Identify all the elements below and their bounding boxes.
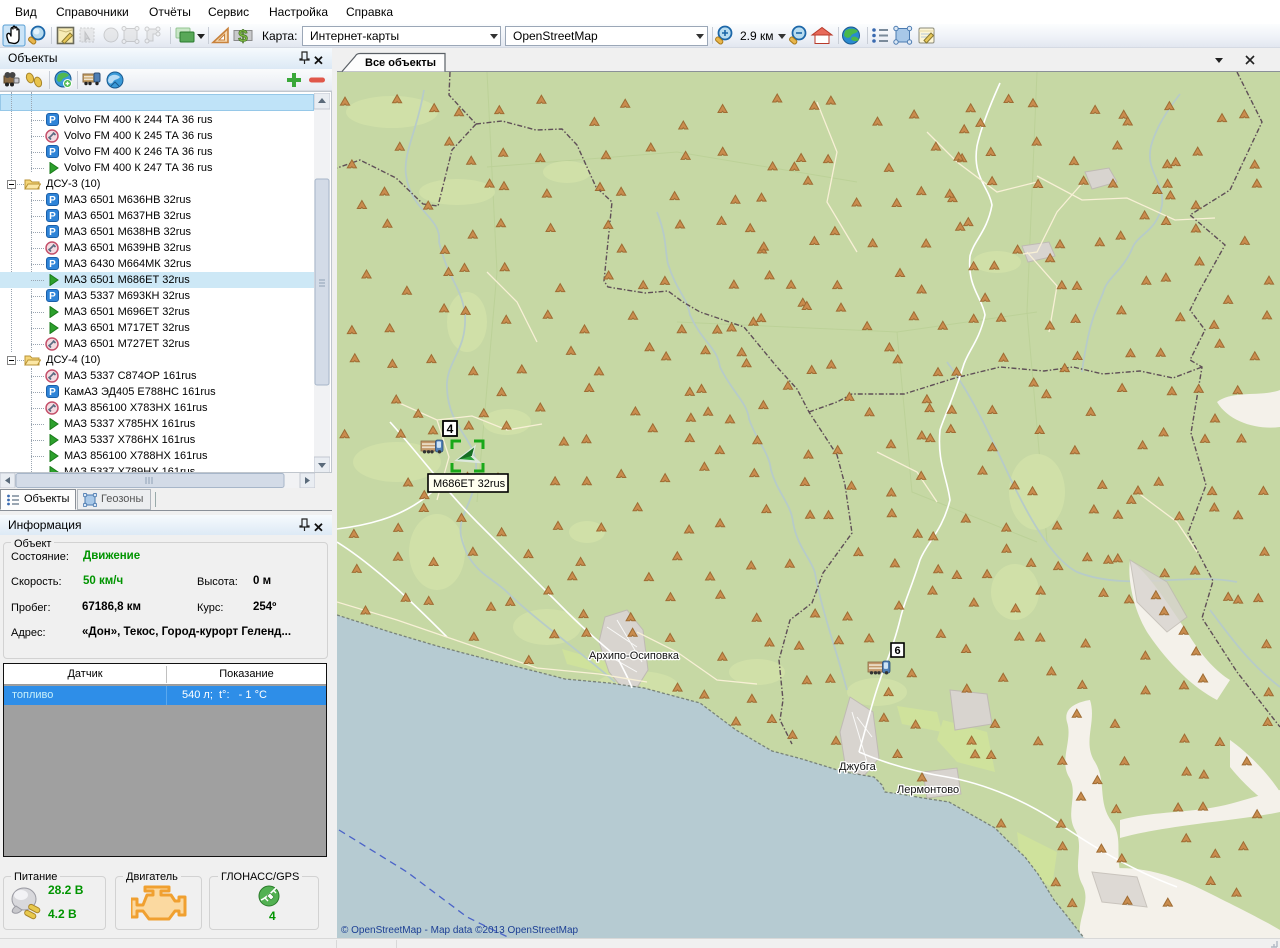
svg-text:P: P bbox=[49, 259, 56, 270]
svg-text:М686ЕТ 32rus: М686ЕТ 32rus bbox=[433, 478, 506, 490]
svg-text:Джубга: Джубга bbox=[839, 761, 877, 773]
svg-text:P: P bbox=[49, 387, 56, 398]
svg-text:P: P bbox=[49, 211, 56, 222]
svg-text:P: P bbox=[49, 291, 56, 302]
svg-text:OpenStreetMap: OpenStreetMap bbox=[513, 29, 598, 43]
svg-text:P: P bbox=[49, 195, 56, 206]
svg-text:Лермонтово: Лермонтово bbox=[897, 784, 959, 796]
svg-text:P: P bbox=[49, 115, 56, 126]
svg-text:Архипо-Осиповка: Архипо-Осиповка bbox=[589, 650, 680, 662]
svg-text:© OpenStreetMap - Map data ©20: © OpenStreetMap - Map data ©2013 OpenStr… bbox=[341, 925, 579, 936]
svg-text:Интернет-карты: Интернет-карты bbox=[310, 29, 399, 43]
svg-text:6: 6 bbox=[894, 645, 900, 657]
svg-text:2.9 км: 2.9 км bbox=[740, 29, 774, 43]
svg-text:Карта:: Карта: bbox=[262, 29, 297, 43]
svg-text:P: P bbox=[49, 147, 56, 158]
svg-text:Все объекты: Все объекты bbox=[365, 57, 436, 69]
svg-text:4: 4 bbox=[447, 422, 454, 436]
svg-text:$: $ bbox=[238, 27, 248, 46]
svg-text:P: P bbox=[49, 227, 56, 238]
